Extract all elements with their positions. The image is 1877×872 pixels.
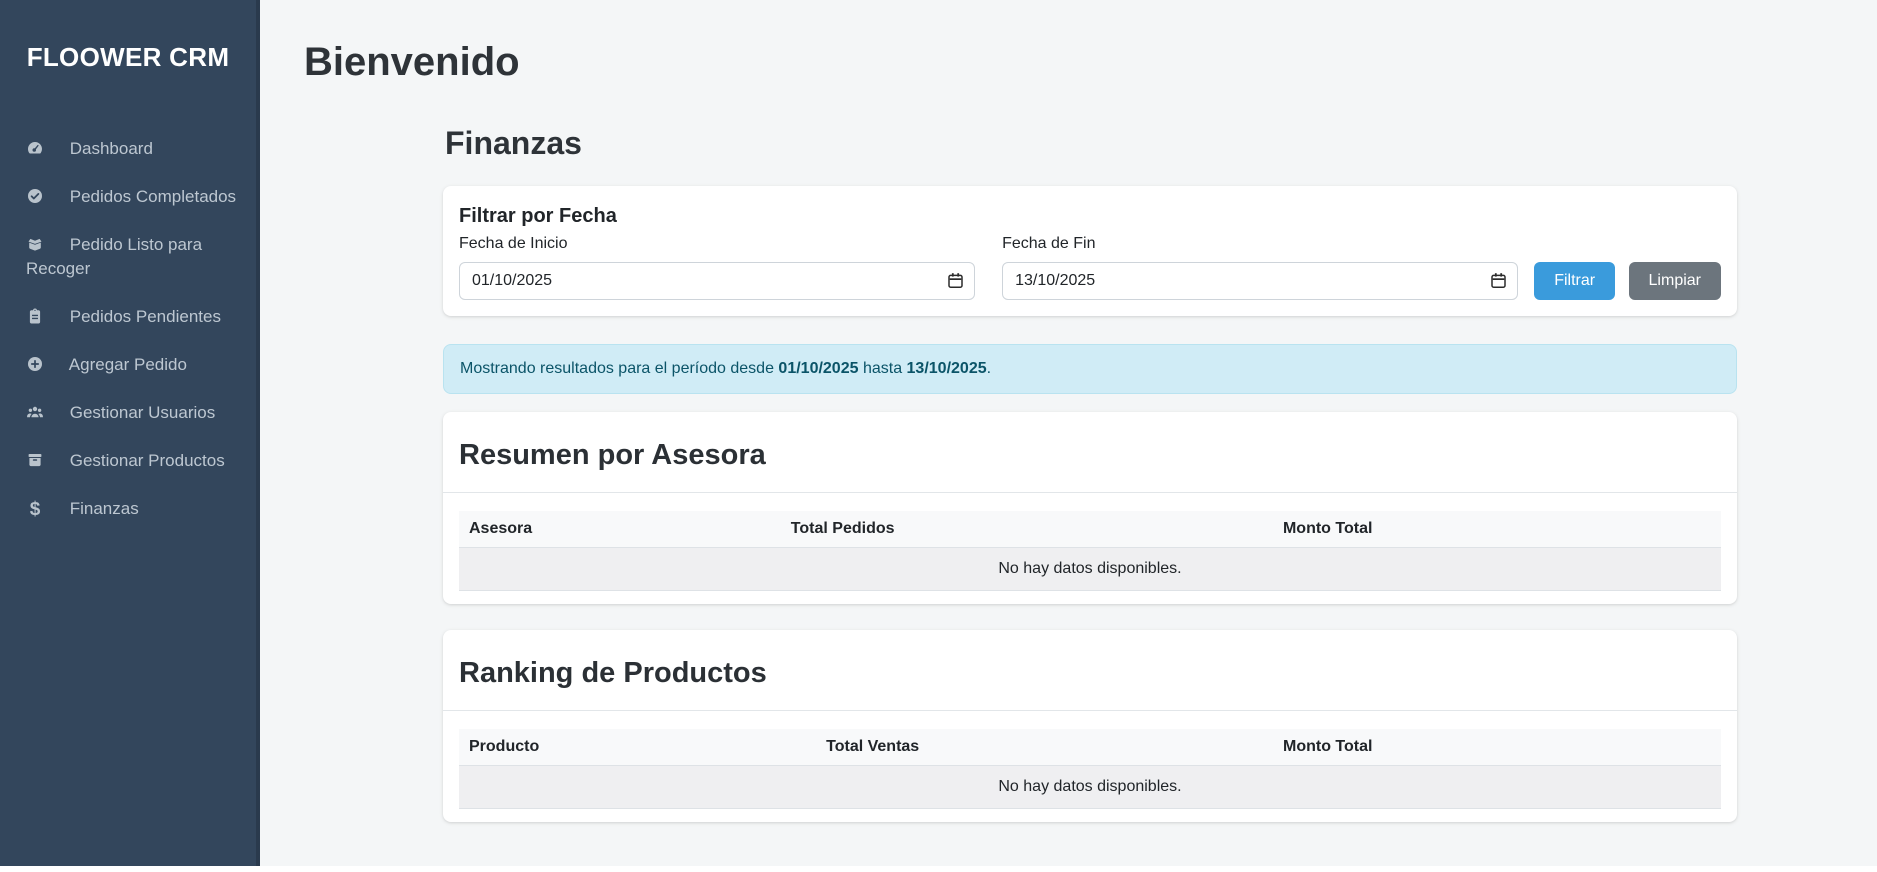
sidebar-item-label: Finanzas <box>70 499 139 518</box>
finanzas-container: Finanzas Filtrar por Fecha Fecha de Inic… <box>443 124 1737 822</box>
ranking-productos-title: Ranking de Productos <box>459 656 1721 690</box>
app-title: FLOOWER CRM <box>0 0 256 73</box>
box-open-icon <box>26 235 44 253</box>
sidebar-item-label: Pedidos Pendientes <box>70 307 221 326</box>
sidebar-item-pedidos-completados[interactable]: Pedidos Completados <box>0 173 256 221</box>
dollar-icon: $ <box>26 498 44 522</box>
sidebar: FLOOWER CRM Dashboard Pedidos Completado… <box>0 0 260 866</box>
sidebar-item-dashboard[interactable]: Dashboard <box>0 125 256 173</box>
alert-start-date: 01/10/2025 <box>778 360 858 377</box>
sidebar-item-label: Gestionar Productos <box>70 451 225 470</box>
page-title: Bienvenido <box>264 0 1877 84</box>
sidebar-item-pedido-listo[interactable]: Pedido Listo para Recoger <box>0 221 256 293</box>
date-filter-card: Filtrar por Fecha Fecha de Inicio Fecha … <box>443 186 1737 316</box>
ranking-productos-table: Producto Total Ventas Monto Total No hay… <box>459 729 1721 809</box>
sidebar-nav: Dashboard Pedidos Completados Pedido Lis… <box>0 125 256 534</box>
start-date-label: Fecha de Inicio <box>459 232 975 256</box>
app-root: FLOOWER CRM Dashboard Pedidos Completado… <box>0 0 1877 866</box>
filter-card-title: Filtrar por Fecha <box>459 202 1721 230</box>
alert-end-date: 13/10/2025 <box>907 360 987 377</box>
alert-text: Mostrando resultados para el período des… <box>460 360 778 377</box>
end-date-label: Fecha de Fin <box>1002 232 1518 256</box>
sidebar-item-pedidos-pendientes[interactable]: Pedidos Pendientes <box>0 293 256 341</box>
start-date-input[interactable] <box>459 262 975 300</box>
resumen-asesora-title: Resumen por Asesora <box>459 438 1721 472</box>
table-row: No hay datos disponibles. <box>459 766 1721 809</box>
box-icon <box>26 451 44 469</box>
sidebar-item-gestionar-usuarios[interactable]: Gestionar Usuarios <box>0 389 256 437</box>
main-content: Bienvenido Finanzas Filtrar por Fecha Fe… <box>264 0 1877 822</box>
clipboard-icon <box>26 307 44 325</box>
sidebar-item-label: Pedidos Completados <box>70 187 236 206</box>
calendar-icon[interactable] <box>1490 272 1507 289</box>
check-circle-icon <box>26 187 44 205</box>
alert-text: . <box>987 360 991 377</box>
sidebar-item-agregar-pedido[interactable]: Agregar Pedido <box>0 341 256 389</box>
column-header-asesora: Asesora <box>459 511 781 548</box>
sidebar-item-label: Pedido Listo para Recoger <box>26 235 202 278</box>
users-icon <box>26 403 44 421</box>
alert-text: hasta <box>859 360 907 377</box>
empty-state-text: No hay datos disponibles. <box>459 548 1721 591</box>
calendar-icon[interactable] <box>947 272 964 289</box>
divider <box>443 492 1737 493</box>
sidebar-item-label: Dashboard <box>70 139 153 158</box>
resumen-asesora-card: Resumen por Asesora Asesora Total Pedido… <box>443 412 1737 604</box>
column-header-monto-total: Monto Total <box>1273 511 1721 548</box>
empty-state-text: No hay datos disponibles. <box>459 766 1721 809</box>
divider <box>443 710 1737 711</box>
sidebar-item-label: Agregar Pedido <box>69 355 187 374</box>
clear-button[interactable]: Limpiar <box>1629 262 1721 300</box>
resumen-asesora-table: Asesora Total Pedidos Monto Total No hay… <box>459 511 1721 591</box>
sidebar-item-gestionar-productos[interactable]: Gestionar Productos <box>0 437 256 485</box>
filter-button[interactable]: Filtrar <box>1534 262 1615 300</box>
column-header-producto: Producto <box>459 729 816 766</box>
column-header-total-ventas: Total Ventas <box>816 729 1273 766</box>
end-date-input[interactable] <box>1002 262 1518 300</box>
table-row: No hay datos disponibles. <box>459 548 1721 591</box>
column-header-monto-total: Monto Total <box>1273 729 1721 766</box>
section-title: Finanzas <box>445 124 1737 162</box>
column-header-total-pedidos: Total Pedidos <box>781 511 1273 548</box>
date-range-alert: Mostrando resultados para el período des… <box>443 344 1737 394</box>
sidebar-item-label: Gestionar Usuarios <box>70 403 216 422</box>
gauge-icon <box>26 139 44 157</box>
ranking-productos-card: Ranking de Productos Producto Total Vent… <box>443 630 1737 822</box>
sidebar-item-finanzas[interactable]: $ Finanzas <box>0 485 256 534</box>
plus-circle-icon <box>26 355 44 373</box>
